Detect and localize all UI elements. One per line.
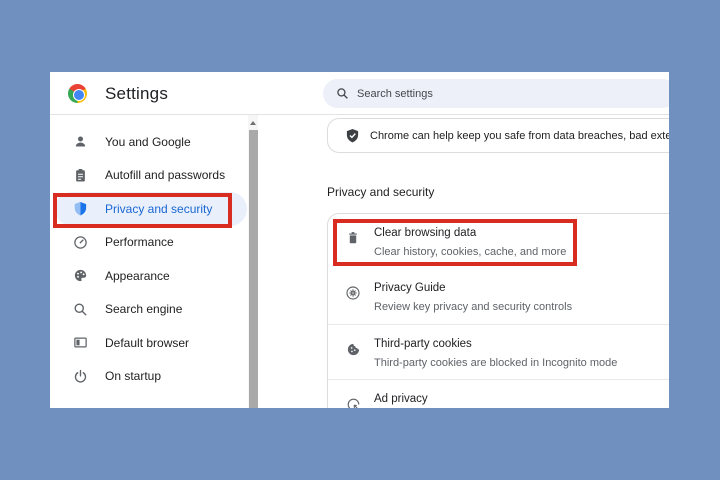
sidebar-item-label: On startup (105, 369, 161, 383)
person-icon (72, 134, 88, 150)
settings-window: Settings Search settings You and Google (50, 72, 669, 408)
desktop-background: Settings Search settings You and Google (0, 0, 720, 480)
safety-banner-text: Chrome can help keep you safe from data … (370, 130, 669, 142)
privacy-guide-icon (345, 285, 361, 301)
sidebar-item-search-engine[interactable]: Search engine (50, 293, 258, 327)
default-browser-icon (72, 335, 88, 351)
sidebar-item-label: Appearance (105, 269, 170, 283)
sidebar-item-label: Search engine (105, 302, 182, 316)
chrome-logo-icon (68, 84, 87, 103)
autofill-icon (72, 167, 88, 183)
sidebar-item-autofill[interactable]: Autofill and passwords (50, 159, 258, 193)
sidebar-item-label: Autofill and passwords (105, 168, 225, 182)
row-title: Third-party cookies (374, 336, 669, 352)
sidebar-item-label: Privacy and security (105, 202, 212, 216)
search-placeholder: Search settings (357, 88, 433, 100)
ad-privacy-icon (345, 396, 361, 408)
sidebar-nav: You and Google Autofill and passwords (50, 115, 258, 408)
sidebar-item-performance[interactable]: Performance (50, 226, 258, 260)
row-privacy-guide[interactable]: Privacy Guide Review key privacy and sec… (328, 269, 669, 324)
row-third-party-cookies[interactable]: Third-party cookies Third-party cookies … (328, 324, 669, 379)
sidebar-scrollbar[interactable] (248, 115, 258, 408)
sidebar-item-on-startup[interactable]: On startup (50, 360, 258, 394)
sidebar-item-privacy-and-security[interactable]: Privacy and security (55, 192, 247, 226)
row-title: Privacy Guide (374, 280, 669, 296)
cookie-icon (345, 341, 361, 357)
sidebar-item-you-and-google[interactable]: You and Google (50, 125, 258, 159)
section-title: Privacy and security (327, 185, 434, 199)
row-title: Clear browsing data (374, 225, 669, 241)
sidebar-item-label: Default browser (105, 336, 189, 350)
row-subtitle: Review key privacy and security controls (374, 299, 669, 315)
power-icon (72, 368, 88, 384)
appearance-icon (72, 268, 88, 284)
sidebar-item-label: Performance (105, 235, 174, 249)
page-title: Settings (105, 72, 168, 115)
privacy-shield-icon (72, 201, 88, 217)
performance-icon (72, 234, 88, 250)
safety-shield-check-icon (345, 128, 360, 143)
search-input[interactable]: Search settings (323, 79, 669, 108)
scrollbar-thumb[interactable] (249, 130, 258, 408)
row-clear-browsing-data[interactable]: Clear browsing data Clear history, cooki… (328, 214, 669, 269)
row-subtitle: Third-party cookies are blocked in Incog… (374, 355, 669, 371)
sidebar-item-label: You and Google (105, 135, 191, 149)
sidebar-item-appearance[interactable]: Appearance (50, 259, 258, 293)
settings-header: Settings Search settings (50, 72, 669, 115)
row-ad-privacy[interactable]: Ad privacy (328, 379, 669, 408)
row-subtitle: Clear history, cookies, cache, and more (374, 244, 669, 260)
sidebar-item-default-browser[interactable]: Default browser (50, 326, 258, 360)
search-icon (336, 87, 349, 100)
search-engine-icon (72, 301, 88, 317)
safety-check-banner[interactable]: Chrome can help keep you safe from data … (327, 118, 669, 153)
privacy-settings-card: Clear browsing data Clear history, cooki… (327, 213, 669, 408)
trash-icon (345, 230, 361, 246)
row-title: Ad privacy (374, 391, 669, 407)
scrollbar-up-arrow-icon[interactable] (248, 117, 258, 128)
main-content: Chrome can help keep you safe from data … (258, 115, 669, 408)
